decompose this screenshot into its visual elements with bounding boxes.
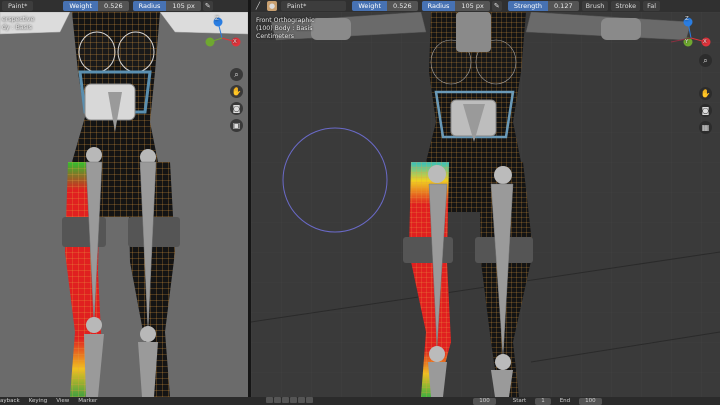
viewport-info: erspective dy : Basis	[2, 16, 34, 32]
end-label: End	[559, 398, 571, 404]
strength-field[interactable]: Strength 0.127	[507, 1, 579, 11]
weight-field[interactable]: Weight 0.526	[63, 1, 129, 11]
pin-icon[interactable]: ✎	[491, 1, 502, 11]
mode-dropdown[interactable]: Paint*	[281, 1, 347, 11]
left-model-render	[0, 12, 248, 397]
hand-icon[interactable]: ✋	[699, 87, 712, 100]
gizmo-z-label[interactable]: Z	[215, 15, 219, 23]
radius-label: Radius	[132, 1, 167, 11]
playback-menu[interactable]: ayback	[0, 398, 20, 404]
hand-icon[interactable]: ✋	[230, 85, 243, 98]
gizmo-x-label[interactable]: X	[703, 38, 707, 46]
weight-field[interactable]: Weight 0.526	[352, 1, 418, 11]
prev-key-icon[interactable]	[274, 397, 282, 403]
weight-label: Weight	[352, 1, 387, 11]
camera-icon[interactable]: ◙	[230, 102, 243, 115]
radius-field[interactable]: Radius 105 px	[132, 1, 201, 11]
pin-icon[interactable]: ✎	[202, 1, 213, 11]
strength-label: Strength	[507, 1, 548, 11]
right-model-render	[251, 12, 720, 397]
view-menu[interactable]: View	[56, 398, 69, 404]
radius-value[interactable]: 105 px	[455, 1, 490, 11]
lock-icon[interactable]: ▣	[230, 119, 243, 132]
gizmo-y-label[interactable]: Y	[685, 38, 688, 46]
left-3d-viewport[interactable]: erspective dy : Basis Z X ⌕ ✋ ◙ ▣	[0, 12, 248, 397]
viewport-info: Front Orthographic (100) Body : Basis Ce…	[256, 17, 314, 41]
right-3d-viewport[interactable]: Front Orthographic (100) Body : Basis Ce…	[251, 12, 720, 397]
object-name: (100) Body : Basis	[256, 25, 313, 32]
jump-end-icon[interactable]	[306, 397, 314, 403]
gizmo-x-label[interactable]: X	[233, 38, 237, 46]
play-icon[interactable]	[290, 397, 298, 403]
view-type: Front Orthographic	[256, 17, 315, 24]
left-viewport-header: Paint* Weight 0.526 Radius 105 px ✎	[0, 0, 248, 12]
jump-start-icon[interactable]	[266, 397, 274, 403]
falloff-menu[interactable]: Fal	[643, 1, 661, 11]
radius-value[interactable]: 105 px	[166, 1, 201, 11]
weight-label: Weight	[63, 1, 98, 11]
start-frame-field[interactable]: 1	[535, 397, 551, 405]
marker-menu[interactable]: Marker	[78, 398, 97, 404]
weight-value[interactable]: 0.526	[387, 1, 418, 11]
radius-label: Radius	[421, 1, 456, 11]
keying-menu[interactable]: Keying	[29, 398, 47, 404]
right-viewport-header: ╱ ● Paint* Weight 0.526 Radius 105 px ✎ …	[251, 0, 720, 12]
current-frame-field[interactable]: 100	[473, 397, 496, 405]
gizmo-z-label[interactable]: Z	[685, 15, 689, 23]
brush-icon[interactable]: ╱	[253, 1, 263, 11]
blender-window: Paint* Weight 0.526 Radius 105 px ✎ ╱ ● …	[0, 0, 720, 405]
radius-field[interactable]: Radius 105 px	[421, 1, 490, 11]
strength-value[interactable]: 0.127	[547, 1, 579, 11]
mode-dropdown[interactable]: Paint*	[2, 1, 34, 11]
mode-icon[interactable]: ●	[267, 1, 277, 11]
camera-icon[interactable]: ◙	[699, 104, 712, 117]
view-type: erspective	[2, 16, 35, 23]
grid-icon[interactable]: ▦	[699, 121, 712, 134]
stroke-menu[interactable]: Stroke	[611, 1, 641, 11]
timeline-header: ayback Keying View Marker 100 Start 1 En…	[0, 397, 720, 405]
brush-menu[interactable]: Brush	[581, 1, 609, 11]
object-name: dy : Basis	[2, 24, 32, 31]
playback-controls	[266, 397, 314, 405]
weight-value[interactable]: 0.526	[98, 1, 129, 11]
start-label: Start	[512, 398, 527, 404]
zoom-icon[interactable]: ⌕	[699, 54, 712, 67]
unit-system: Centimeters	[256, 33, 295, 40]
zoom-icon[interactable]: ⌕	[230, 68, 243, 81]
play-reverse-icon[interactable]	[282, 397, 290, 403]
end-frame-field[interactable]: 100	[579, 397, 602, 405]
next-key-icon[interactable]	[298, 397, 306, 403]
